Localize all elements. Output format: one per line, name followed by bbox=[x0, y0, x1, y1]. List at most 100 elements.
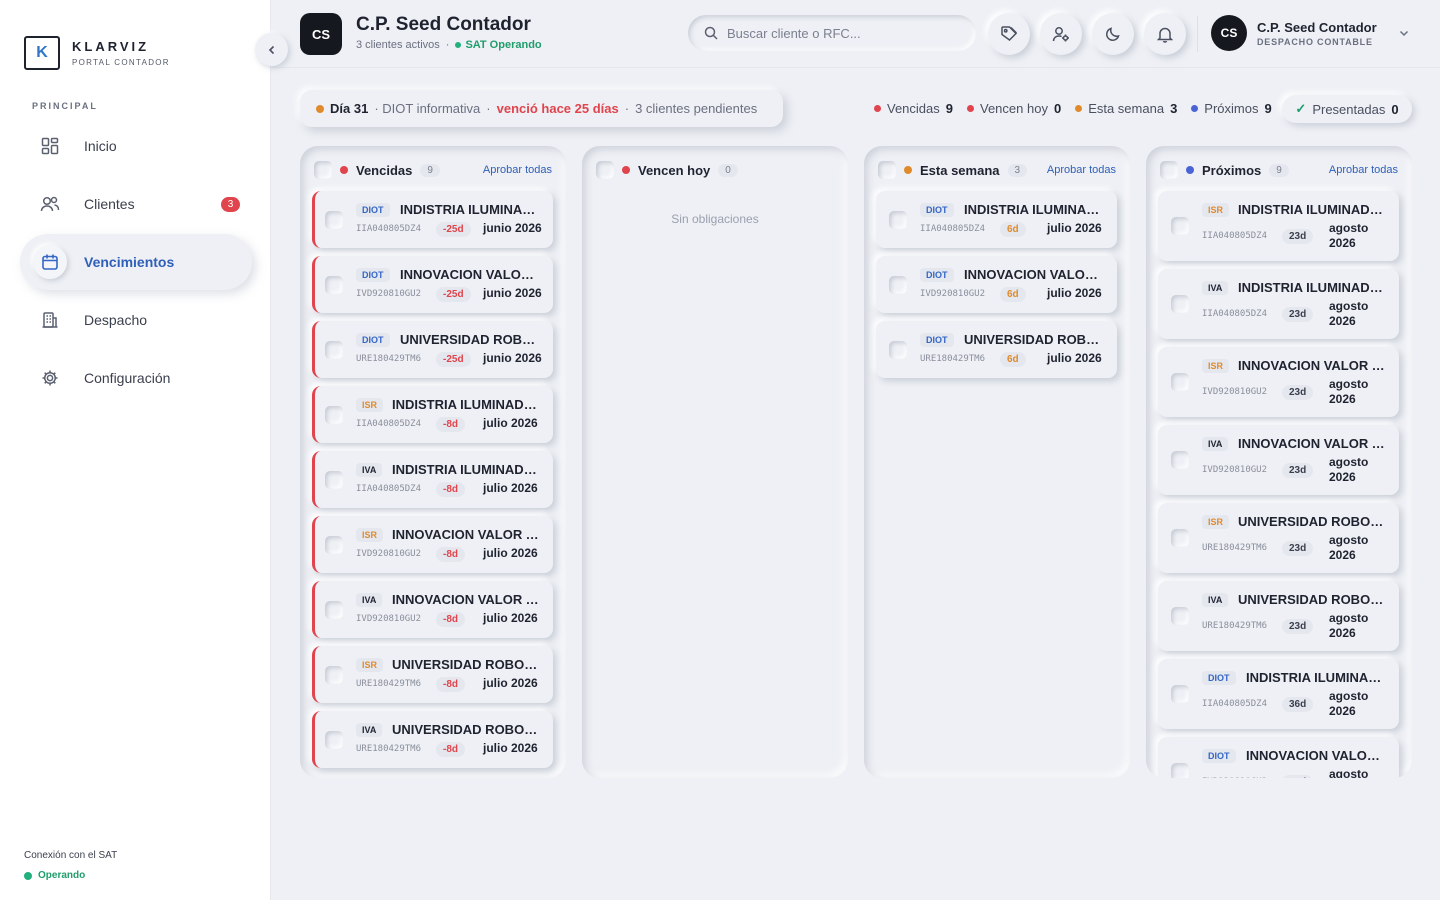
obligation-checkbox[interactable] bbox=[1171, 607, 1189, 625]
obligation-card[interactable]: ISR INDISTRIA ILUMINADORA IIA040805DZ4 23d a… bbox=[1158, 191, 1399, 261]
obligation-checkbox[interactable] bbox=[889, 210, 907, 229]
obligation-card[interactable]: ISR INDISTRIA ILUMINADORA IIA040805DZ4 -8d j… bbox=[312, 386, 553, 443]
nav-item-inicio[interactable]: Inicio bbox=[20, 118, 252, 174]
client-name: INNOVACION VALOR Y SERVICIOS bbox=[392, 527, 543, 542]
client-name: INDISTRIA ILUMINADORA bbox=[400, 202, 543, 217]
chevron-down-icon bbox=[1399, 30, 1408, 37]
obligation-card[interactable]: IVA UNIVERSIDAD ROBOTICA URE180429TM6 23d ag… bbox=[1158, 581, 1399, 651]
obligation-card[interactable]: IVA INDISTRIA ILUMINADORA IIA040805DZ4 -8d j… bbox=[312, 451, 553, 508]
nav-item-clientes[interactable]: Clientes 3 bbox=[20, 176, 252, 232]
obligation-card[interactable]: IVA INNOVACION VALOR Y SERVICIOS IVD920810… bbox=[1158, 425, 1399, 495]
obligation-checkbox[interactable] bbox=[1171, 217, 1189, 235]
stat-vencidas[interactable]: Vencidas 9 bbox=[874, 101, 953, 116]
obligation-card[interactable]: IVA INNOVACION VALOR Y SERVICIOS IVD920810… bbox=[312, 581, 553, 638]
status-dot-icon bbox=[1186, 166, 1194, 174]
obligation-checkbox[interactable] bbox=[325, 210, 343, 229]
obligation-card[interactable]: DIOT INNOVACION VALOR Y SERVICIOS IVD92081… bbox=[876, 256, 1117, 313]
obligation-checkbox[interactable] bbox=[889, 340, 907, 359]
client-rfc: IVD920810GU2 bbox=[356, 614, 422, 624]
obligation-checkbox[interactable] bbox=[325, 600, 343, 619]
main-nav: Inicio Clientes 3 Vencimientos Despacho bbox=[20, 118, 252, 408]
obligation-card[interactable]: DIOT INDISTRIA ILUMINADORA IIA040805DZ4 6d j… bbox=[876, 191, 1117, 248]
period-label: agosto 2026 bbox=[1329, 689, 1369, 718]
deadline-obligation: · DIOT informativa bbox=[374, 101, 481, 116]
obligation-card[interactable]: DIOT INDISTRIA ILUMINADORA IIA040805DZ4 -25… bbox=[312, 191, 553, 248]
client-rfc: IVD920810GU2 bbox=[1202, 465, 1268, 475]
stat-esta-semana[interactable]: Esta semana 3 bbox=[1075, 101, 1177, 116]
obligation-checkbox[interactable] bbox=[1171, 529, 1189, 547]
obligation-card[interactable]: DIOT INNOVACION VALOR Y SERVICIOS IVD92081… bbox=[1158, 737, 1399, 778]
approve-all-button[interactable]: Aprobar todas bbox=[483, 164, 552, 176]
obligation-checkbox[interactable] bbox=[1171, 295, 1189, 313]
obligation-checkbox[interactable] bbox=[889, 275, 907, 294]
obligation-checkbox[interactable] bbox=[325, 730, 343, 749]
status-dot-icon bbox=[622, 166, 630, 174]
obligation-card[interactable]: ISR INNOVACION VALOR Y SERVICIOS IVD920810… bbox=[1158, 347, 1399, 417]
collapse-sidebar-button[interactable] bbox=[255, 33, 288, 66]
period-label: junio 2026 bbox=[483, 351, 542, 365]
obligation-card[interactable]: DIOT INDISTRIA ILUMINADORA IIA040805DZ4 36d… bbox=[1158, 659, 1399, 729]
obligation-checkbox[interactable] bbox=[325, 665, 343, 684]
obligation-checkbox[interactable] bbox=[1171, 685, 1189, 703]
obligation-card[interactable]: ISR UNIVERSIDAD ROBOTICA URE180429TM6 23d ag… bbox=[1158, 503, 1399, 573]
obligation-card[interactable]: DIOT UNIVERSIDAD ROBOTICA URE180429TM6 -25d… bbox=[312, 321, 553, 378]
gear-icon bbox=[40, 368, 60, 388]
client-rfc: URE180429TM6 bbox=[356, 354, 422, 364]
client-name: INNOVACION VALOR Y SERVICIOS bbox=[400, 267, 543, 282]
search-input[interactable] bbox=[727, 25, 947, 41]
obligation-card[interactable]: ISR INNOVACION VALOR Y SERVICIOS IVD920810… bbox=[312, 516, 553, 573]
card-list: ISR INDISTRIA ILUMINADORA IIA040805DZ4 23d a… bbox=[1158, 191, 1399, 778]
approve-all-button[interactable]: Aprobar todas bbox=[1329, 164, 1398, 176]
page-title: C.P. Seed Contador bbox=[356, 14, 531, 35]
obligation-checkbox[interactable] bbox=[1171, 763, 1189, 778]
approve-all-button[interactable]: Aprobar todas bbox=[1047, 164, 1116, 176]
obligation-checkbox[interactable] bbox=[325, 470, 343, 489]
calendar-icon bbox=[33, 245, 67, 279]
stat-vencen-hoy[interactable]: Vencen hoy 0 bbox=[967, 101, 1061, 116]
client-name: INDISTRIA ILUMINADORA bbox=[392, 462, 543, 477]
column-title: Próximos bbox=[1202, 162, 1262, 178]
client-rfc: IIA040805DZ4 bbox=[920, 224, 986, 234]
select-all-checkbox[interactable] bbox=[878, 161, 896, 179]
obligation-checkbox[interactable] bbox=[1171, 373, 1189, 391]
client-rfc: IVD920810GU2 bbox=[920, 289, 986, 299]
days-badge: -25d bbox=[436, 222, 471, 237]
logo-mark-icon: K bbox=[24, 36, 60, 70]
obligation-checkbox[interactable] bbox=[325, 535, 343, 554]
period-label: julio 2026 bbox=[483, 546, 538, 560]
search-box[interactable] bbox=[688, 15, 976, 51]
obligation-checkbox[interactable] bbox=[325, 340, 343, 359]
obligation-card[interactable]: DIOT INNOVACION VALOR Y SERVICIOS IVD92081… bbox=[312, 256, 553, 313]
presentadas-button[interactable]: ✓ Presentadas 0 bbox=[1282, 95, 1412, 123]
nav-item-despacho[interactable]: Despacho bbox=[20, 292, 252, 348]
user-menu[interactable]: CS C.P. Seed Contador DESPACHO CONTABLE bbox=[1211, 15, 1409, 51]
tag-button[interactable] bbox=[988, 13, 1030, 55]
obligation-checkbox[interactable] bbox=[325, 275, 343, 294]
sat-connection-label: Conexión con el SAT bbox=[24, 850, 118, 861]
obligation-checkbox[interactable] bbox=[325, 405, 343, 424]
obligation-card[interactable]: ISR UNIVERSIDAD ROBOTICA URE180429TM6 -8d ju… bbox=[312, 646, 553, 703]
dark-mode-button[interactable] bbox=[1092, 13, 1134, 55]
client-rfc: IVD920810GU2 bbox=[1202, 387, 1268, 397]
days-badge: 6d bbox=[1000, 352, 1026, 367]
select-all-checkbox[interactable] bbox=[314, 161, 332, 179]
check-icon: ✓ bbox=[1295, 101, 1307, 116]
logo[interactable]: K KLARVIZ PORTAL CONTADOR bbox=[24, 36, 170, 70]
obligation-card[interactable]: IVA UNIVERSIDAD ROBOTICA URE180429TM6 -8d ju… bbox=[312, 711, 553, 768]
select-all-checkbox[interactable] bbox=[1160, 161, 1178, 179]
obligation-checkbox[interactable] bbox=[1171, 451, 1189, 469]
user-settings-button[interactable] bbox=[1040, 13, 1082, 55]
stat-proximos[interactable]: Próximos 9 bbox=[1191, 101, 1272, 116]
notifications-button[interactable] bbox=[1144, 13, 1186, 55]
days-badge: -8d bbox=[436, 612, 465, 627]
select-all-checkbox[interactable] bbox=[596, 161, 614, 179]
users-icon bbox=[40, 194, 60, 214]
nav-label: Clientes bbox=[84, 196, 135, 212]
days-badge: -8d bbox=[436, 547, 465, 562]
tax-type-tag: ISR bbox=[1202, 203, 1230, 217]
nav-item-configuracion[interactable]: Configuración bbox=[20, 350, 252, 406]
nav-item-vencimientos[interactable]: Vencimientos bbox=[20, 234, 252, 290]
obligation-card[interactable]: DIOT UNIVERSIDAD ROBOTICA URE180429TM6 6d ju… bbox=[876, 321, 1117, 378]
obligation-card[interactable]: IVA INDISTRIA ILUMINADORA IIA040805DZ4 23d a… bbox=[1158, 269, 1399, 339]
column-vencidas: Vencidas 9 Aprobar todas DIOT INDISTRIA I… bbox=[300, 146, 566, 778]
